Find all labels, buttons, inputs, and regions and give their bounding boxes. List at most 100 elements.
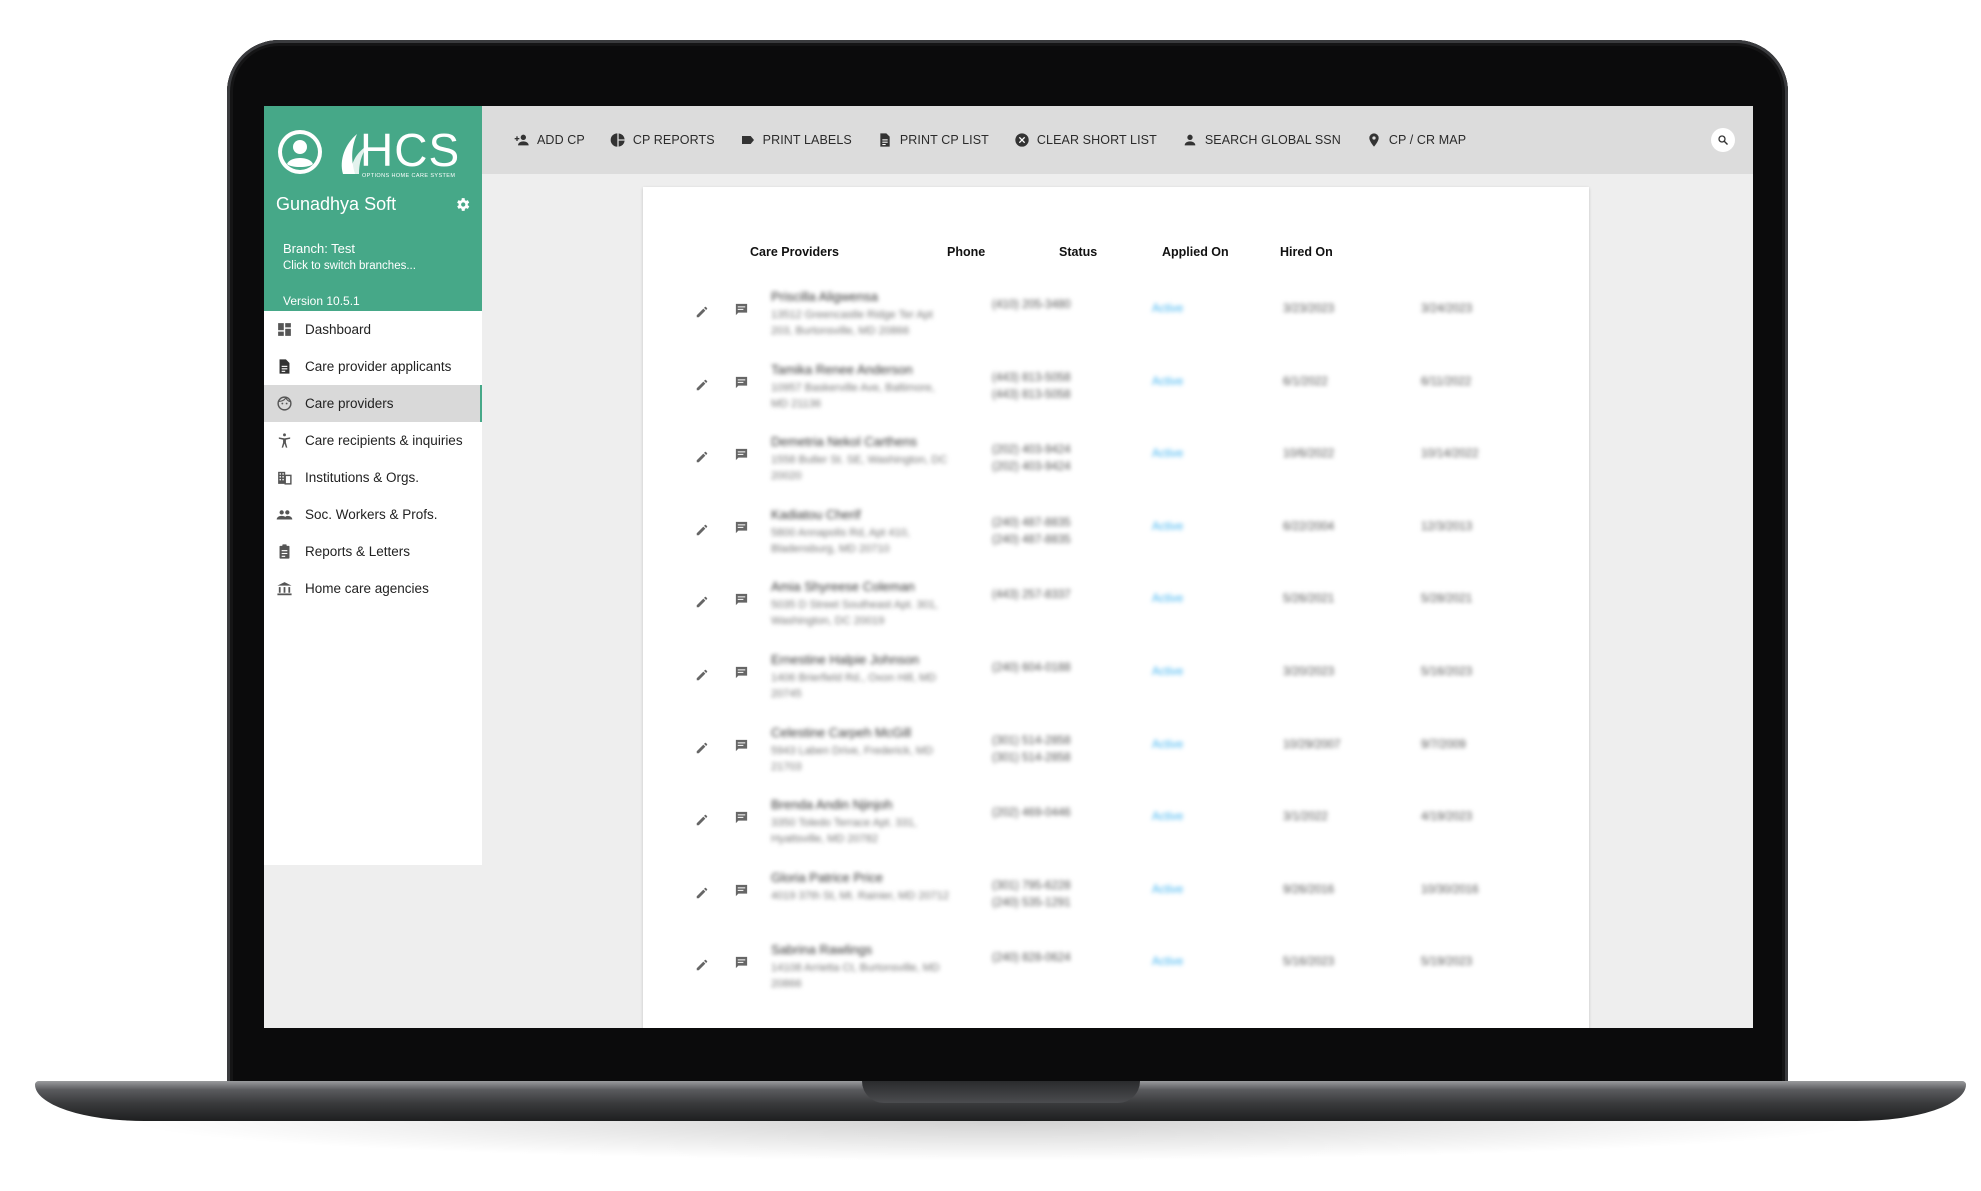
column-header-hired-on[interactable]: Hired On <box>1280 245 1333 259</box>
care-provider-name[interactable]: Celestine Carpeh McGill <box>771 725 911 740</box>
care-provider-name[interactable]: Ernestine Halpie Johnson <box>771 652 919 667</box>
sidebar-item-care-providers[interactable]: Care providers <box>264 385 482 422</box>
message-icon[interactable] <box>734 738 749 753</box>
table-row[interactable]: Gloria Patrice Price 4019 37th St, Mt. Ra… <box>643 858 1589 931</box>
sidebar-item-care-provider-applicants[interactable]: Care provider applicants <box>264 348 482 385</box>
message-icon[interactable] <box>734 302 749 317</box>
message-icon[interactable] <box>734 447 749 462</box>
table-row[interactable]: Ernestine Halpie Johnson 1406 Brierfield … <box>643 640 1589 713</box>
avatar-icon[interactable] <box>278 130 322 174</box>
message-icon[interactable] <box>734 883 749 898</box>
toolbar-actions: ADD CP CP REPORTS PRINT LABELS PRINT CP LIS… <box>514 106 1491 174</box>
column-header-status[interactable]: Status <box>1059 245 1097 259</box>
edit-icon[interactable] <box>695 813 709 827</box>
toolbar-button-cp-cr-map[interactable]: CP / CR MAP <box>1366 132 1466 148</box>
care-provider-name[interactable]: Sabrina Rawlings <box>771 942 872 957</box>
table-body: Priscilla Aligwensa 13512 Greencastle Rid… <box>643 277 1589 1003</box>
sidebar-item-care-recipients-inquiries[interactable]: Care recipients & inquiries <box>264 422 482 459</box>
sidebar-item-soc-workers-profs[interactable]: Soc. Workers & Profs. <box>264 496 482 533</box>
care-provider-phone: (410) 205-3480 <box>992 299 1071 311</box>
sidebar-item-label: Care recipients & inquiries <box>305 433 463 448</box>
care-provider-address: 5800 Annapolis Rd, Apt 410, Bladensburg,… <box>771 526 910 555</box>
hired-on-date: 5/28/2021 <box>1421 593 1473 606</box>
applied-on-date: 5/16/2023 <box>1283 956 1335 969</box>
message-icon[interactable] <box>734 955 749 970</box>
care-provider-address: 14108 Arrietta Ct, Burtonsville, MD 2086… <box>771 962 940 991</box>
sidebar-item-label: Care provider applicants <box>305 359 452 374</box>
branch-label[interactable]: Branch: Test <box>283 241 355 256</box>
care-provider-name[interactable]: Brenda Andin Njinjoh <box>771 797 892 812</box>
laptop-notch <box>862 1081 1140 1103</box>
sidebar-item-dashboard[interactable]: Dashboard <box>264 311 482 348</box>
care-provider-name[interactable]: Kadiatou Cherif <box>771 507 861 522</box>
care-provider-name[interactable]: Priscilla Aligwensa <box>771 289 878 304</box>
care-provider-phone: (202) 403-9424 (202) 403-9424 <box>992 444 1071 474</box>
applied-on-date: 6/1/2022 <box>1283 375 1328 388</box>
applied-on-date: 9/26/2016 <box>1283 883 1335 896</box>
message-icon[interactable] <box>734 520 749 535</box>
table-row[interactable]: Priscilla Aligwensa 13512 Greencastle Rid… <box>643 277 1589 350</box>
toolbar-button-label: PRINT LABELS <box>762 133 852 147</box>
table-row[interactable]: Sabrina Rawlings 14108 Arrietta Ct, Burto… <box>643 930 1589 1003</box>
sidebar-item-label: Care providers <box>305 396 394 411</box>
edit-icon[interactable] <box>695 741 709 755</box>
toolbar-button-print-cp-list[interactable]: PRINT CP LIST <box>877 132 989 148</box>
edit-icon[interactable] <box>695 305 709 319</box>
sidebar-item-label: Dashboard <box>305 322 372 337</box>
clipboard-icon <box>276 543 293 560</box>
applied-on-date: 6/22/2004 <box>1283 520 1335 533</box>
accessibility-icon <box>276 432 293 449</box>
applied-on-date: 5/26/2021 <box>1283 593 1335 606</box>
table-row[interactable]: Brenda Andin Njinjoh 3350 Toledo Terrace … <box>643 785 1589 858</box>
app-screen: ADD CP CP REPORTS PRINT LABELS PRINT CP LIS… <box>264 106 1753 1028</box>
sidebar-item-institutions-orgs[interactable]: Institutions & Orgs. <box>264 459 482 496</box>
edit-icon[interactable] <box>695 450 709 464</box>
column-header-applied-on[interactable]: Applied On <box>1162 245 1229 259</box>
sidebar-item-reports-letters[interactable]: Reports & Letters <box>264 533 482 570</box>
table-row[interactable]: Celestine Carpeh McGill 5943 Laben Drive,… <box>643 713 1589 786</box>
table-row[interactable]: Amia Shyreese Coleman 5035 D Street South… <box>643 567 1589 640</box>
toolbar-button-label: ADD CP <box>537 133 585 147</box>
care-provider-phone: (443) 813-5058 (443) 813-5058 <box>992 371 1071 401</box>
switch-branch-link[interactable]: Click to switch branches... <box>283 260 416 272</box>
laptop-shadow <box>120 1121 1880 1161</box>
care-provider-name[interactable]: Demetria Nekol Carthens <box>771 434 917 449</box>
message-icon[interactable] <box>734 375 749 390</box>
toolbar-button-add-cp[interactable]: ADD CP <box>514 132 585 148</box>
table-row[interactable]: Tamika Renee Anderson 10957 Baskerville A… <box>643 350 1589 423</box>
care-provider-name[interactable]: Tamika Renee Anderson <box>771 362 913 377</box>
applied-on-date: 10/6/2022 <box>1283 448 1335 461</box>
sidebar-item-home-care-agencies[interactable]: Home care agencies <box>264 570 482 607</box>
toolbar-button-label: CP / CR MAP <box>1388 133 1467 147</box>
hired-on-date: 5/19/2023 <box>1421 956 1473 969</box>
pie-chart-icon <box>610 132 626 148</box>
edit-icon[interactable] <box>695 523 709 537</box>
toolbar-button-search-global-ssn[interactable]: SEARCH GLOBAL SSN <box>1182 132 1341 148</box>
message-icon[interactable] <box>734 592 749 607</box>
toolbar-button-print-labels[interactable]: PRINT LABELS <box>740 132 852 148</box>
toolbar-button-clear-short-list[interactable]: CLEAR SHORT LIST <box>1014 132 1157 148</box>
care-provider-name[interactable]: Gloria Patrice Price <box>771 870 883 885</box>
edit-icon[interactable] <box>695 378 709 392</box>
search-button[interactable] <box>1711 128 1735 152</box>
edit-icon[interactable] <box>695 886 709 900</box>
care-provider-address: 10957 Baskerville Ave, Baltimore, MD 211… <box>771 381 935 410</box>
edit-icon[interactable] <box>695 668 709 682</box>
message-icon[interactable] <box>734 665 749 680</box>
message-icon[interactable] <box>734 810 749 825</box>
sidebar-header: HCS OPTIONS HOME CARE SYSTEM Gunadhya So… <box>264 106 482 311</box>
care-provider-name[interactable]: Amia Shyreese Coleman <box>771 579 915 594</box>
table-row[interactable]: Demetria Nekol Carthens 1558 Butler St. S… <box>643 422 1589 495</box>
table-row[interactable]: Kadiatou Cherif 5800 Annapolis Rd, Apt 41… <box>643 495 1589 568</box>
edit-icon[interactable] <box>695 958 709 972</box>
organization-name: Gunadhya Soft <box>276 194 397 214</box>
gear-icon[interactable] <box>454 196 471 213</box>
care-provider-phone: (301) 514-2858 (301) 514-2858 <box>992 734 1071 764</box>
column-header-phone[interactable]: Phone <box>947 245 985 259</box>
face-icon <box>276 395 293 412</box>
cancel-circle-icon <box>1014 132 1030 148</box>
care-provider-phone: (240) 487-8835 (240) 487-8835 <box>992 516 1071 546</box>
column-header-care-providers[interactable]: Care Providers <box>750 245 839 259</box>
edit-icon[interactable] <box>695 595 709 609</box>
toolbar-button-cp-reports[interactable]: CP REPORTS <box>610 132 715 148</box>
